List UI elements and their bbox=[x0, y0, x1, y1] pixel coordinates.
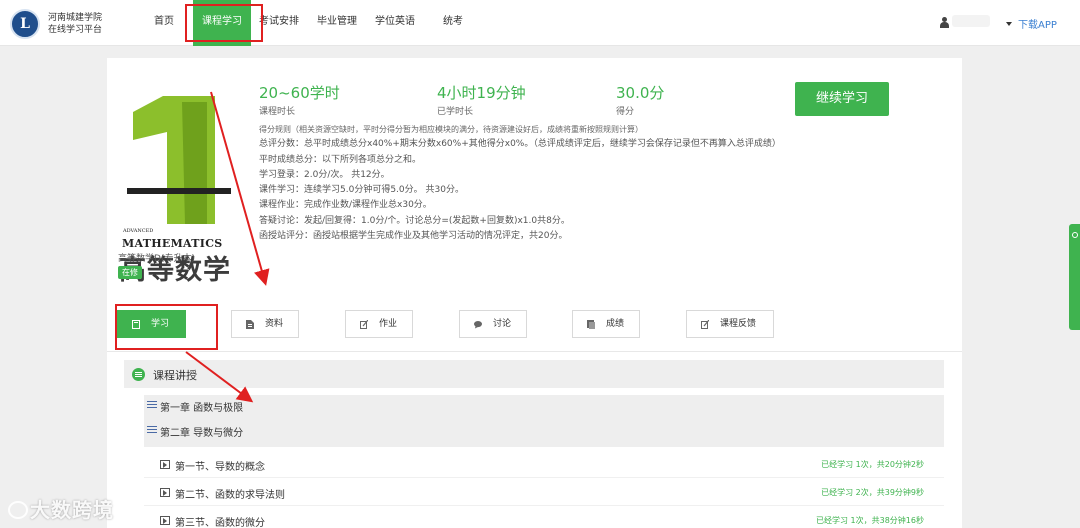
watermark-text: 大数跨境 bbox=[30, 498, 114, 522]
caret-down-icon bbox=[1006, 22, 1012, 26]
lesson-title: 第二节、函数的求导法则 bbox=[175, 490, 285, 501]
score-value: 30.0分 bbox=[616, 84, 665, 102]
rule-line: 得分规则（相关资源空缺时，平时分得分暂为相应模块的满分，待资源建设好后，成绩将重… bbox=[259, 125, 643, 134]
user-icon[interactable] bbox=[940, 17, 949, 28]
lesson-status: 已经学习 1次，共38分钟16秒 bbox=[816, 516, 924, 525]
scoring-rules: 得分规则（相关资源空缺时，平时分得分暂为相应模块的满分，待资源建设好后，成绩将重… bbox=[259, 122, 909, 244]
tab-course-feedback[interactable]: 课程反馈 bbox=[686, 310, 774, 338]
username-redacted bbox=[952, 15, 990, 27]
course-duration-label: 课程时长 bbox=[259, 107, 296, 117]
chat-icon bbox=[474, 320, 482, 329]
course-cover-image: ADVANCED MATHEMATICS 高等数学 bbox=[119, 94, 239, 286]
lesson-row[interactable]: 第一节、导数的概念 已经学习 1次，共20分钟2秒 bbox=[144, 452, 944, 478]
nav-graduation[interactable]: 毕业管理 bbox=[313, 0, 361, 46]
tab-discussion-label: 讨论 bbox=[493, 319, 512, 329]
chapter-title: 第二章 导数与微分 bbox=[160, 428, 244, 439]
school-name: 河南城建学院 在线学习平台 bbox=[48, 12, 102, 36]
course-name: 高等数学D(专升本) bbox=[118, 254, 195, 264]
side-float-tab[interactable] bbox=[1069, 224, 1080, 330]
rule-line: 平时成绩总分：以下所列各项总分之和。 bbox=[259, 154, 422, 165]
watermark: 大数跨境 bbox=[8, 494, 114, 523]
school-name-line2: 在线学习平台 bbox=[48, 25, 103, 35]
feedback-icon bbox=[701, 320, 709, 329]
play-icon bbox=[160, 488, 170, 497]
download-app-link[interactable]: 下载APP bbox=[1006, 16, 1057, 31]
watermark-logo-icon bbox=[8, 501, 28, 519]
rule-line: 课件学习：连续学习5.0分钟可得5.0分。 共30分。 bbox=[259, 185, 464, 196]
tab-homework-label: 作业 bbox=[379, 319, 398, 329]
chapter-item[interactable]: 第二章 导数与微分 bbox=[147, 424, 243, 439]
lesson-row[interactable]: 第三节、函数的微分 已经学习 1次，共38分钟16秒 bbox=[144, 508, 944, 528]
tabs-divider bbox=[107, 351, 962, 352]
school-name-line1: 河南城建学院 bbox=[48, 13, 103, 23]
lesson-title: 第一节、导数的概念 bbox=[175, 462, 265, 473]
tab-materials[interactable]: 资料 bbox=[231, 310, 299, 338]
rule-line: 学习登录：2.0分/次。 共12分。 bbox=[259, 169, 390, 180]
list-icon bbox=[147, 424, 157, 435]
section-title: 课程讲授 bbox=[153, 369, 197, 382]
annotation-box-study-tab bbox=[115, 304, 218, 350]
score-label: 得分 bbox=[616, 107, 635, 117]
studied-duration-label: 已学时长 bbox=[437, 107, 474, 117]
continue-learning-button[interactable]: 继续学习 bbox=[795, 82, 889, 116]
tab-course-feedback-label: 课程反馈 bbox=[720, 319, 757, 329]
cover-numeral-one-graphic bbox=[127, 96, 231, 224]
file-icon bbox=[246, 320, 254, 329]
play-icon bbox=[160, 516, 170, 525]
lesson-status: 已经学习 1次，共20分钟2秒 bbox=[821, 460, 924, 469]
course-panel: ADVANCED MATHEMATICS 高等数学 高等数学D(专升本) 在修 … bbox=[107, 58, 962, 528]
chapter-item[interactable]: 第一章 函数与极限 bbox=[147, 399, 243, 414]
rule-line: 答疑讨论：发起/回复得：1.0分/个。讨论总分=(发起数+回复数)x1.0共8分… bbox=[259, 215, 570, 226]
list-icon bbox=[147, 399, 157, 410]
download-app-label: 下载APP bbox=[1018, 20, 1057, 31]
tab-grades-label: 成绩 bbox=[606, 319, 625, 329]
lesson-row[interactable]: 第二节、函数的求导法则 已经学习 2次，共39分钟9秒 bbox=[144, 480, 944, 506]
tab-discussion[interactable]: 讨论 bbox=[459, 310, 527, 338]
rule-line: 课程作业：完成作业数/课程作业总x30分。 bbox=[259, 200, 432, 211]
tab-materials-label: 资料 bbox=[265, 319, 284, 329]
school-logo-icon[interactable]: L bbox=[10, 9, 40, 39]
lesson-status: 已经学习 2次，共39分钟9秒 bbox=[821, 488, 924, 497]
tab-grades[interactable]: 成绩 bbox=[572, 310, 640, 338]
studied-duration-value: 4小时19分钟 bbox=[437, 84, 526, 102]
list-circle-icon bbox=[132, 368, 145, 381]
cover-advanced-text: ADVANCED bbox=[123, 228, 154, 234]
side-tab-icon bbox=[1072, 232, 1078, 238]
lesson-title: 第三节、函数的微分 bbox=[175, 518, 265, 528]
top-nav-bar: L 河南城建学院 在线学习平台 首页 课程学习 考试安排 毕业管理 学位英语 统… bbox=[0, 0, 1080, 46]
tab-homework[interactable]: 作业 bbox=[345, 310, 413, 338]
nav-unified-exam[interactable]: 统考 bbox=[438, 0, 468, 46]
chapter-list: 第一章 函数与极限 第二章 导数与微分 bbox=[144, 395, 944, 447]
edit-icon bbox=[360, 320, 368, 329]
nav-home[interactable]: 首页 bbox=[145, 0, 183, 46]
play-icon bbox=[160, 460, 170, 469]
grade-icon bbox=[587, 320, 595, 329]
nav-degree-english[interactable]: 学位英语 bbox=[371, 0, 419, 46]
section-course-lectures[interactable]: 课程讲授 bbox=[124, 360, 944, 388]
chapter-title: 第一章 函数与极限 bbox=[160, 403, 244, 414]
rule-line: 函授站评分：函授站根据学生完成作业及其他学习活动的情况评定，共20分。 bbox=[259, 231, 568, 242]
course-duration-value: 20~60学时 bbox=[259, 84, 340, 102]
annotation-box-nav bbox=[185, 4, 263, 42]
status-badge: 在修 bbox=[118, 266, 142, 279]
rule-line: 总评分数：总平时成绩总分x40%+期末分数x60%+其他得分x0%。（总评成绩评… bbox=[259, 139, 781, 150]
